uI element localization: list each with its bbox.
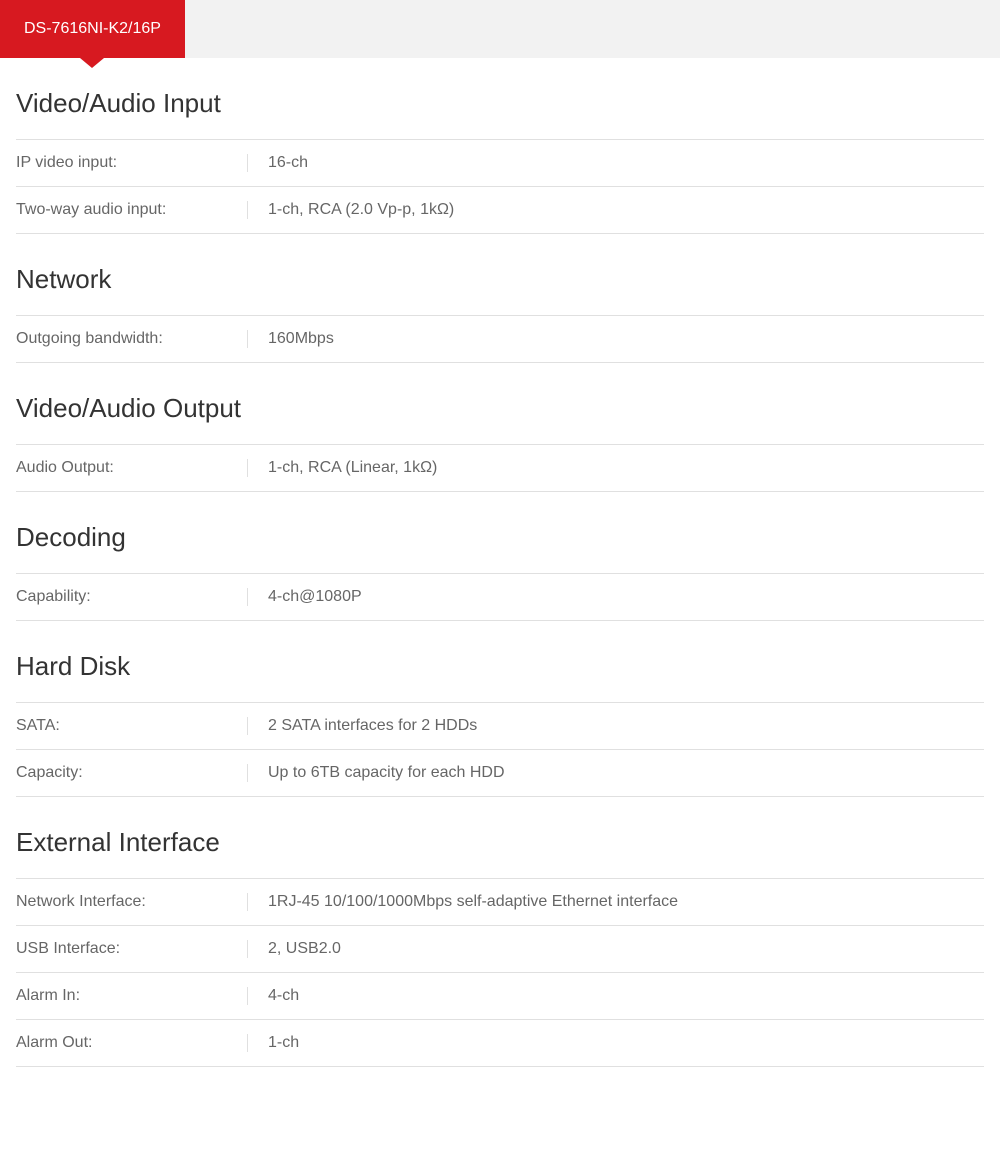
spec-value: 1RJ-45 10/100/1000Mbps self-adaptive Eth… (248, 893, 984, 911)
spec-content: Video/Audio Input IP video input: 16-ch … (0, 58, 1000, 1067)
spec-label: Alarm In: (16, 987, 248, 1005)
spec-label: Alarm Out: (16, 1034, 248, 1052)
spec-value: 4-ch (248, 987, 984, 1005)
spec-label: Two-way audio input: (16, 201, 248, 219)
spec-row: Two-way audio input: 1-ch, RCA (2.0 Vp-p… (16, 186, 984, 233)
section-group: Capability: 4-ch@1080P (16, 573, 984, 621)
spec-row: SATA: 2 SATA interfaces for 2 HDDs (16, 702, 984, 749)
spec-value: 2 SATA interfaces for 2 HDDs (248, 717, 984, 735)
spec-label: IP video input: (16, 154, 248, 172)
section-group: Outgoing bandwidth: 160Mbps (16, 315, 984, 363)
section-group: IP video input: 16-ch Two-way audio inpu… (16, 139, 984, 234)
section-group: Audio Output: 1-ch, RCA (Linear, 1kΩ) (16, 444, 984, 492)
spec-row: Audio Output: 1-ch, RCA (Linear, 1kΩ) (16, 444, 984, 491)
spec-row: Alarm In: 4-ch (16, 972, 984, 1019)
section-group: Network Interface: 1RJ-45 10/100/1000Mbp… (16, 878, 984, 1067)
spec-label: Audio Output: (16, 459, 248, 477)
spec-label: SATA: (16, 717, 248, 735)
spec-label: Capability: (16, 588, 248, 606)
section-title-video-audio-output: Video/Audio Output (16, 393, 984, 424)
spec-value: 2, USB2.0 (248, 940, 984, 958)
spec-row: Capability: 4-ch@1080P (16, 573, 984, 620)
spec-value: 160Mbps (248, 330, 984, 348)
spec-value: 16-ch (248, 154, 984, 172)
section-title-hard-disk: Hard Disk (16, 651, 984, 682)
section-title-external-interface: External Interface (16, 827, 984, 858)
spec-row: Outgoing bandwidth: 160Mbps (16, 315, 984, 362)
spec-value: 4-ch@1080P (248, 588, 984, 606)
spec-value: Up to 6TB capacity for each HDD (248, 764, 984, 782)
section-title-decoding: Decoding (16, 522, 984, 553)
spec-label: Capacity: (16, 764, 248, 782)
tab-model[interactable]: DS-7616NI-K2/16P (0, 0, 185, 58)
section-title-video-audio-input: Video/Audio Input (16, 88, 984, 119)
spec-row: Alarm Out: 1-ch (16, 1019, 984, 1066)
section-title-network: Network (16, 264, 984, 295)
spec-row: IP video input: 16-ch (16, 139, 984, 186)
spec-label: USB Interface: (16, 940, 248, 958)
spec-value: 1-ch, RCA (Linear, 1kΩ) (248, 459, 984, 477)
spec-row: Capacity: Up to 6TB capacity for each HD… (16, 749, 984, 796)
section-group: SATA: 2 SATA interfaces for 2 HDDs Capac… (16, 702, 984, 797)
tab-label: DS-7616NI-K2/16P (24, 20, 161, 38)
spec-label: Network Interface: (16, 893, 248, 911)
spec-label: Outgoing bandwidth: (16, 330, 248, 348)
spec-row: USB Interface: 2, USB2.0 (16, 925, 984, 972)
spec-value: 1-ch (248, 1034, 984, 1052)
tab-bar: DS-7616NI-K2/16P (0, 0, 1000, 58)
spec-value: 1-ch, RCA (2.0 Vp-p, 1kΩ) (248, 201, 984, 219)
spec-row: Network Interface: 1RJ-45 10/100/1000Mbp… (16, 878, 984, 925)
